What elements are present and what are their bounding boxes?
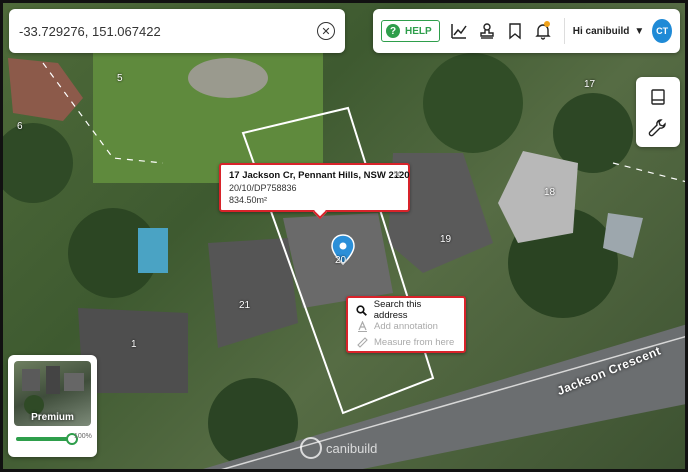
wrench-icon[interactable] xyxy=(646,116,670,140)
search-input[interactable] xyxy=(19,23,317,39)
lot-area: 834.50m² xyxy=(229,195,268,205)
lot-plan: 20/10/DP758836 xyxy=(229,183,297,193)
search-icon xyxy=(356,304,368,316)
ruler-icon xyxy=(356,336,368,348)
layer-thumbnail[interactable]: Premium xyxy=(14,361,91,426)
help-button[interactable]: ? HELP xyxy=(381,20,440,42)
book-icon[interactable] xyxy=(646,85,670,109)
search-box: ✕ xyxy=(9,9,345,53)
lot-number-label: 17 xyxy=(584,79,596,90)
toolbar-divider xyxy=(563,18,565,44)
menu-item-label: Search this address xyxy=(373,299,422,321)
satellite-map[interactable]: 5 6 17 18 19 20 21 1 Jackson Crescent xyxy=(0,0,688,472)
annotation-icon xyxy=(356,320,368,332)
user-greeting[interactable]: Hi canibuild xyxy=(573,26,630,37)
layer-panel: Premium 100% xyxy=(8,355,97,457)
lot-number-label: 19 xyxy=(440,234,452,245)
canibuild-watermark: canibuild xyxy=(300,437,377,459)
stamp-icon[interactable] xyxy=(478,20,496,42)
bell-icon[interactable] xyxy=(534,20,552,42)
top-toolbar: ? HELP Hi canibuild ▼ CT xyxy=(373,9,680,53)
menu-item-label: Measure from here xyxy=(374,336,455,348)
layer-name: Premium xyxy=(31,412,74,423)
opacity-value: 100% xyxy=(74,433,92,440)
help-icon: ? xyxy=(386,24,400,38)
close-circle-icon[interactable]: ✕ xyxy=(317,22,335,40)
lot-number-label: 5 xyxy=(117,73,123,84)
lot-number-label: 6 xyxy=(17,121,23,132)
chart-icon[interactable] xyxy=(450,20,468,42)
help-label: HELP xyxy=(405,25,432,37)
lot-number-label: 21 xyxy=(239,300,251,311)
map-imagery xyxy=(3,53,685,469)
close-icon[interactable]: ✕ xyxy=(393,168,402,181)
avatar[interactable]: CT xyxy=(652,19,673,43)
search-this-address-item[interactable]: Search this address xyxy=(356,299,456,321)
chevron-down-icon[interactable]: ▼ xyxy=(634,26,644,37)
measure-from-here-item[interactable]: Measure from here xyxy=(356,334,456,350)
canibuild-logo-icon xyxy=(300,437,322,459)
watermark-text: canibuild xyxy=(326,440,378,456)
property-address: 17 Jackson Cr, Pennant Hills, NSW 2120 xyxy=(229,170,410,181)
lot-number-label: 18 xyxy=(544,187,556,198)
opacity-slider[interactable] xyxy=(16,433,78,445)
map-context-menu: Search this address Add annotation Measu… xyxy=(346,296,466,353)
notification-dot xyxy=(543,21,550,27)
lot-number-label: 20 xyxy=(335,255,347,266)
menu-item-label: Add annotation xyxy=(374,320,438,332)
opacity-fill xyxy=(16,437,72,441)
side-toolbar xyxy=(636,77,680,147)
bookmark-icon[interactable] xyxy=(506,20,524,42)
property-info-popup: 17 Jackson Cr, Pennant Hills, NSW 2120 2… xyxy=(219,163,410,220)
lot-number-label: 1 xyxy=(131,339,137,350)
